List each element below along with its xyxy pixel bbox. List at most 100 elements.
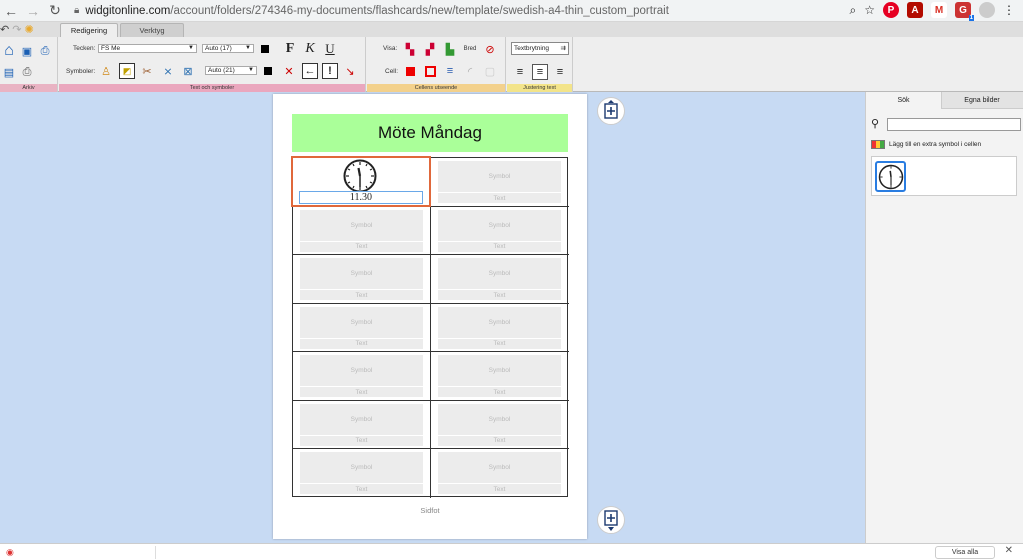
symbol-placeholder[interactable]: Symbol xyxy=(300,258,423,289)
gmail-icon[interactable]: M xyxy=(931,2,947,18)
symbol-placeholder[interactable]: Symbol xyxy=(300,452,423,483)
grid-cell[interactable]: Symbol Text xyxy=(431,352,569,401)
cell-fill-color[interactable] xyxy=(403,64,417,78)
save-icon[interactable]: ▣ xyxy=(18,42,36,60)
symbol-person-icon[interactable]: ♙ xyxy=(99,64,113,78)
text-placeholder[interactable]: Text xyxy=(300,241,423,252)
download-item[interactable]: ◉ xyxy=(6,546,156,559)
symbol-placeholder[interactable]: Symbol xyxy=(300,209,423,241)
symbol-placeholder[interactable]: Symbol xyxy=(300,306,423,338)
underline-button[interactable]: U xyxy=(323,41,337,56)
pdf-icon[interactable]: A xyxy=(907,2,923,18)
add-page-top-button[interactable] xyxy=(597,97,625,125)
grid-cell[interactable]: Symbol Text xyxy=(293,352,431,401)
show-all-downloads-button[interactable]: Visa alla xyxy=(935,546,995,559)
text-placeholder[interactable]: Text xyxy=(438,193,561,203)
page-footer[interactable]: Sidfot xyxy=(273,506,587,515)
text-placeholder[interactable]: Text xyxy=(300,435,423,446)
symbol-clear-icon[interactable]: ↘ xyxy=(343,64,357,78)
align-left-icon[interactable]: ≡ xyxy=(513,65,527,79)
text-placeholder[interactable]: Text xyxy=(300,338,423,349)
text-wrap-button[interactable]: Textbrytning ⇉ xyxy=(511,42,569,55)
cell-shadow-icon[interactable]: ▢ xyxy=(483,64,497,78)
text-placeholder[interactable]: Text xyxy=(438,484,561,494)
redo-icon[interactable]: ↷ xyxy=(12,23,21,36)
undo-icon[interactable]: ↶ xyxy=(0,23,9,36)
visa-none-icon[interactable]: ⊘ xyxy=(483,42,497,56)
grid-cell[interactable]: Symbol Text xyxy=(431,158,569,207)
tab-verktyg[interactable]: Verktyg xyxy=(120,23,184,37)
text-placeholder[interactable]: Text xyxy=(438,241,561,252)
visa-text-icon[interactable]: ▞ xyxy=(423,42,437,56)
profile-avatar-icon[interactable] xyxy=(979,2,995,18)
search-input[interactable] xyxy=(887,118,1021,131)
symbol-placeholder[interactable]: Symbol xyxy=(438,355,561,386)
text-placeholder[interactable]: Text xyxy=(438,435,561,446)
add-extra-symbol-option[interactable]: Lägg till en extra symbol i cellen xyxy=(871,138,1021,150)
symbol-placeholder[interactable]: Symbol xyxy=(438,209,561,241)
extension-badge-icon[interactable]: G1 xyxy=(955,2,974,21)
zoom-icon[interactable]: ⌕ xyxy=(850,3,857,18)
arrow-left-icon[interactable]: ← xyxy=(302,63,318,79)
text-color-swatch[interactable] xyxy=(261,45,269,53)
italic-button[interactable]: K xyxy=(303,41,317,56)
grid-cell[interactable]: 11.30 xyxy=(291,156,431,207)
symbol-color-swatch[interactable] xyxy=(264,67,272,75)
cell-border-color[interactable] xyxy=(423,64,437,78)
pinterest-icon[interactable]: P xyxy=(883,2,899,18)
symbol-placeholder[interactable]: Symbol xyxy=(438,161,561,192)
text-placeholder[interactable]: Text xyxy=(438,387,561,397)
forward-icon[interactable]: → xyxy=(22,0,44,22)
star-icon[interactable]: ☆ xyxy=(864,3,875,17)
symbol-flip-icon[interactable]: ⨯ xyxy=(161,64,175,78)
symbol-placeholder[interactable]: Symbol xyxy=(438,403,561,435)
page-title[interactable]: Möte Måndag xyxy=(292,114,568,152)
grid-cell[interactable]: Symbol Text xyxy=(293,449,431,498)
grid-cell[interactable]: Symbol Text xyxy=(431,401,569,449)
tab-redigering[interactable]: Redigering xyxy=(60,23,118,37)
grid-cell[interactable]: Symbol Text xyxy=(293,303,431,352)
tab-own-images[interactable]: Egna bilder xyxy=(944,92,1020,109)
grid-cell[interactable]: Symbol Text xyxy=(431,207,569,255)
visa-symbol-icon[interactable]: ▚ xyxy=(403,42,417,56)
cell-corner-icon[interactable]: ◜ xyxy=(463,64,477,78)
menu-icon[interactable]: ⋮ xyxy=(1003,3,1015,17)
close-icon[interactable]: ✕ xyxy=(1005,545,1013,556)
text-placeholder[interactable]: Text xyxy=(438,290,561,300)
result-clock-symbol[interactable] xyxy=(875,161,906,192)
cell-border-width-icon[interactable]: ≡ xyxy=(443,64,457,78)
cell-clock-symbol[interactable] xyxy=(343,159,377,193)
visa-word-icon[interactable]: Bred xyxy=(463,42,477,56)
symbol-size-select[interactable]: Auto (21) ▼ xyxy=(205,66,257,75)
text-placeholder[interactable]: Text xyxy=(300,290,423,300)
symbol-cut-icon[interactable]: ✂ xyxy=(140,64,154,78)
symbol-placeholder[interactable]: Symbol xyxy=(438,452,561,483)
text-placeholder[interactable]: Text xyxy=(300,387,423,397)
grid-cell[interactable]: Symbol Text xyxy=(293,255,431,304)
cell-text-input[interactable]: 11.30 xyxy=(299,191,423,204)
symbol-placeholder[interactable]: Symbol xyxy=(438,258,561,289)
font-select[interactable]: FS Me ▼ xyxy=(98,44,197,53)
visa-both-icon[interactable]: ▙ xyxy=(443,42,457,56)
symbol-placeholder[interactable]: Symbol xyxy=(438,306,561,338)
symbol-placeholder[interactable]: Symbol xyxy=(300,403,423,435)
text-placeholder[interactable]: Text xyxy=(300,484,423,494)
bold-button[interactable]: F xyxy=(283,41,297,56)
grid-cell[interactable]: Symbol Text xyxy=(431,304,569,352)
settings-icon[interactable]: ✺ xyxy=(24,23,33,36)
page-layout-icon[interactable]: ▤ xyxy=(0,63,18,81)
grid-cell[interactable]: Symbol Text xyxy=(293,400,431,449)
exclamation-icon[interactable]: ! xyxy=(322,63,338,79)
back-icon[interactable]: ← xyxy=(0,0,22,22)
tab-search[interactable]: Sök xyxy=(866,92,942,109)
symbol-color-icon[interactable]: ◩ xyxy=(119,63,135,79)
symbol-frame-icon[interactable]: ⊠ xyxy=(181,64,195,78)
grid-cell[interactable]: Symbol Text xyxy=(431,255,569,304)
text-placeholder[interactable]: Text xyxy=(438,338,561,349)
symbol-placeholder[interactable]: Symbol xyxy=(300,355,423,386)
print-icon[interactable]: ⎙ xyxy=(18,63,36,81)
text-size-select[interactable]: Auto (17) ▼ xyxy=(202,44,254,53)
reload-icon[interactable]: ↻ xyxy=(44,0,66,22)
align-center-icon[interactable]: ≡ xyxy=(532,64,548,80)
home-icon[interactable]: ⌂ xyxy=(0,42,18,60)
